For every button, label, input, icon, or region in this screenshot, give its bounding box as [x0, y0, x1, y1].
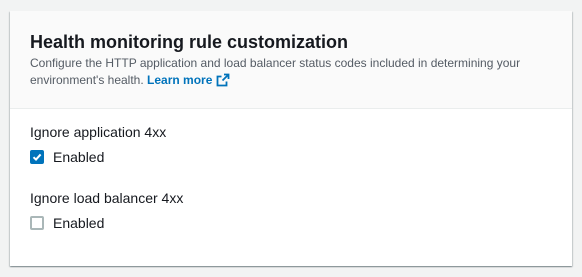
ignore-application-4xx-checkbox-label: Enabled: [53, 149, 105, 165]
panel-body: Ignore application 4xx Enabled Ignore lo…: [10, 109, 572, 232]
panel-description: Configure the HTTP application and load …: [30, 55, 550, 92]
ignore-load-balancer-4xx-checkbox-label: Enabled: [53, 215, 105, 231]
learn-more-label: Learn more: [147, 73, 213, 87]
health-monitoring-panel: Health monitoring rule customization Con…: [10, 11, 572, 266]
ignore-application-4xx-checkbox-row[interactable]: Enabled: [30, 148, 552, 166]
learn-more-link[interactable]: Learn more: [147, 73, 230, 87]
ignore-load-balancer-4xx-checkbox-row[interactable]: Enabled: [30, 214, 552, 232]
external-link-icon: [216, 73, 230, 92]
panel-title: Health monitoring rule customization: [30, 32, 349, 52]
ignore-application-4xx-field: Ignore application 4xx Enabled: [30, 123, 552, 166]
ignore-load-balancer-4xx-field: Ignore load balancer 4xx Enabled: [30, 189, 552, 232]
panel-header: Health monitoring rule customization Con…: [10, 11, 572, 109]
ignore-load-balancer-4xx-checkbox[interactable]: [30, 216, 44, 230]
ignore-application-4xx-label: Ignore application 4xx: [30, 124, 167, 140]
description-text: Configure the HTTP application and load …: [30, 56, 521, 87]
ignore-load-balancer-4xx-label: Ignore load balancer 4xx: [30, 190, 184, 206]
check-icon: [32, 153, 42, 162]
ignore-application-4xx-checkbox[interactable]: [30, 150, 44, 164]
